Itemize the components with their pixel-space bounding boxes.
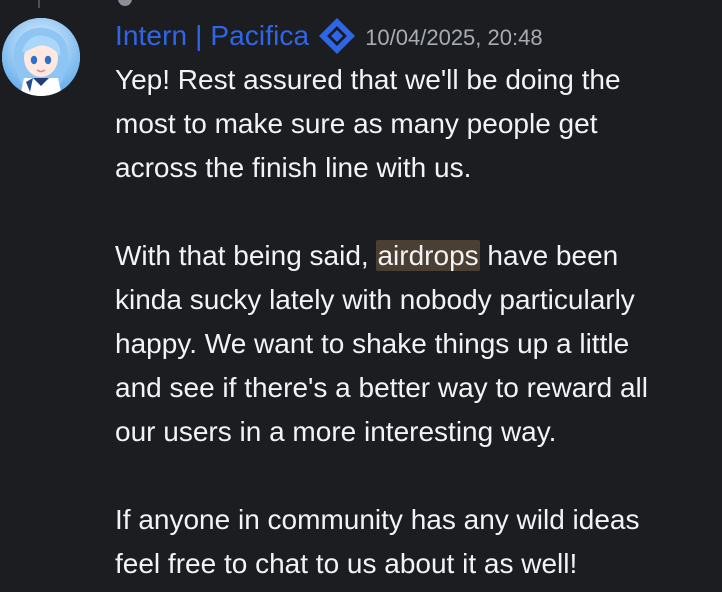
message-header: Intern | Pacifica 10/04/2025, 20:48 bbox=[115, 16, 543, 56]
line-text: have been bbox=[479, 240, 619, 271]
message-line: most to make sure as many people get bbox=[115, 108, 598, 139]
message-line: kinda sucky lately with nobody particula… bbox=[115, 284, 635, 315]
message-paragraph-3: If anyone in community has any wild idea… bbox=[115, 498, 720, 586]
reply-avatar-icon[interactable] bbox=[118, 0, 132, 6]
anime-character-avatar-icon bbox=[2, 18, 80, 96]
message-line: across the finish line with us. bbox=[115, 152, 472, 183]
pacifica-logo-icon[interactable] bbox=[317, 16, 357, 56]
message-content: Yep! Rest assured that we'll be doing th… bbox=[115, 58, 720, 586]
message-line: happy. We want to shake things up a litt… bbox=[115, 328, 630, 359]
highlighted-keyword[interactable]: airdrops bbox=[376, 240, 480, 271]
message-line: feel free to chat to us about it as well… bbox=[115, 548, 578, 579]
message-paragraph-1: Yep! Rest assured that we'll be doing th… bbox=[115, 58, 720, 190]
line-text: With that being said, bbox=[115, 240, 377, 271]
message-line: and see if there's a better way to rewar… bbox=[115, 372, 648, 403]
message-timestamp[interactable]: 10/04/2025, 20:48 bbox=[365, 25, 542, 51]
message-paragraph-2: With that being said, airdrops have been… bbox=[115, 234, 720, 454]
message-line: Yep! Rest assured that we'll be doing th… bbox=[115, 64, 621, 95]
reply-thread-line bbox=[38, 0, 40, 8]
message-line: With that being said, airdrops have been bbox=[115, 234, 720, 278]
message-line: If anyone in community has any wild idea… bbox=[115, 504, 640, 535]
author-name[interactable]: Intern | Pacifica bbox=[115, 20, 309, 52]
author-avatar[interactable] bbox=[2, 18, 80, 96]
message-line: our users in a more interesting way. bbox=[115, 416, 557, 447]
